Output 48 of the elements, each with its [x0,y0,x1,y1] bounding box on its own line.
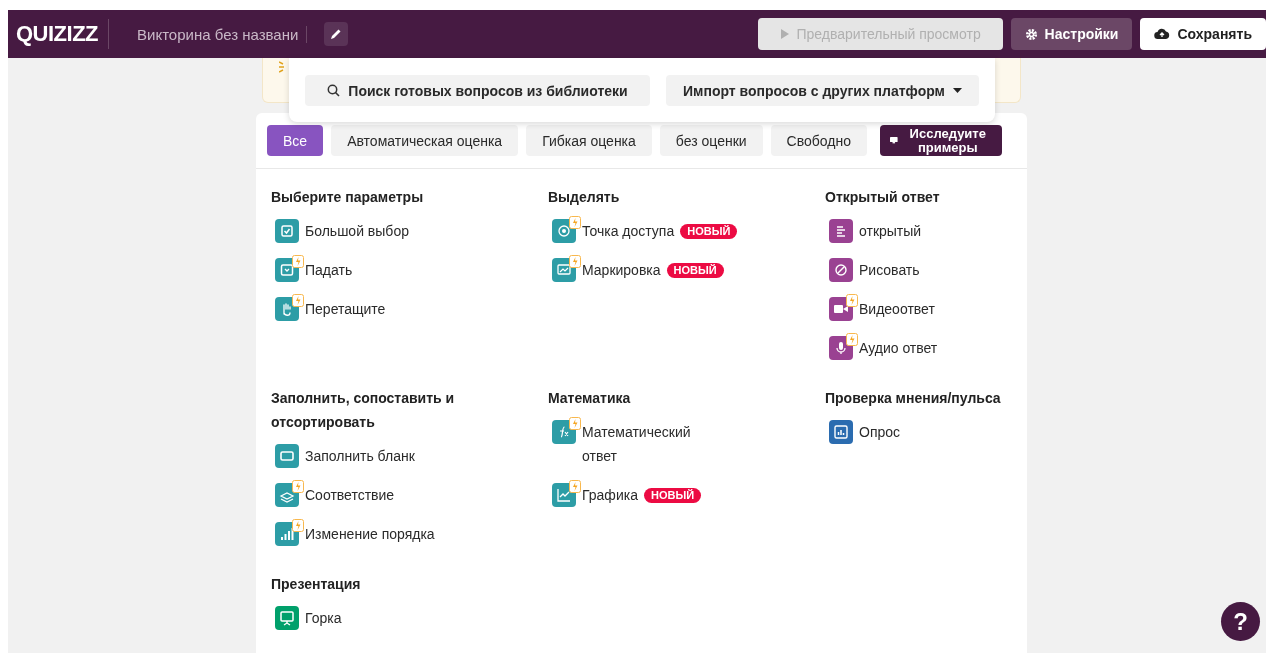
question-type-label[interactable]: Опрос [859,420,901,444]
monitor-icon [890,135,898,146]
question-type-label[interactable]: открытый [859,219,922,243]
pencil-icon [329,27,344,41]
question-type-label[interactable]: Рисовать [859,258,920,282]
library-search-button[interactable]: Поиск готовых вопросов из библиотеки [305,75,650,106]
question-type-label[interactable]: Перетащите [305,297,386,321]
question-type-label[interactable]: Горка [305,606,342,630]
new-badge: НОВЫЙ [643,488,702,503]
play-icon [779,28,790,40]
question-type-label[interactable]: Падать [305,258,353,282]
quiz-title[interactable]: Викторина без названи [137,25,308,43]
question-type-label[interactable]: Графика [582,483,638,507]
import-dropdown[interactable]: Импорт вопросов с других платформ [666,75,979,106]
section-heading: Математика [548,389,632,408]
explore-button[interactable]: Исследуите примеры [880,125,1002,156]
new-badge: НОВЫЙ [680,224,738,239]
question-type-label[interactable]: Математический ответ [582,420,727,468]
help-button[interactable]: ? [1221,602,1260,641]
section-heading: Проверка мнения/пульса [825,389,1002,408]
edit-button[interactable] [324,22,349,46]
filter-tab[interactable]: Все [267,125,324,156]
question-type-label[interactable]: Аудио ответ [859,336,938,360]
question-type-label[interactable]: Точка доступа [582,219,675,243]
section-heading: Заполнить, сопоставить и отсортировать [271,389,456,432]
question-type-label[interactable]: Большой выбор [305,219,409,243]
filter-tab[interactable]: Свободно [770,125,867,156]
caret-icon [952,88,962,93]
question-type-label[interactable]: Видеоответ [859,297,935,321]
question-type-label[interactable]: Маркировка [582,258,661,282]
section-heading: Открытый ответ [825,188,941,207]
sparkle-icon [279,61,284,73]
cloud-upload-icon [1154,28,1171,40]
search-icon [327,84,341,97]
filter-tab[interactable]: Гибкая оценка [526,125,652,156]
question-type-label[interactable]: Заполнить бланк [305,444,415,468]
section-heading: Выберите параметры [271,188,425,207]
question-type-label[interactable]: Изменение порядка [305,522,435,546]
settings-button[interactable]: Настройки [1010,18,1133,50]
question-type-label[interactable]: Соответствие [305,483,395,507]
save-button[interactable]: Сохранять [1140,18,1266,50]
filter-tab[interactable]: Автоматическая оценка [331,125,519,156]
section-heading: Презентация [271,575,362,594]
settings-icon [1024,27,1038,41]
section-heading: Выделять [548,188,621,207]
new-badge: НОВЫЙ [666,263,724,278]
filter-tab[interactable]: без оценки [659,125,763,156]
logo[interactable]: QUIZIZZ [16,19,110,49]
